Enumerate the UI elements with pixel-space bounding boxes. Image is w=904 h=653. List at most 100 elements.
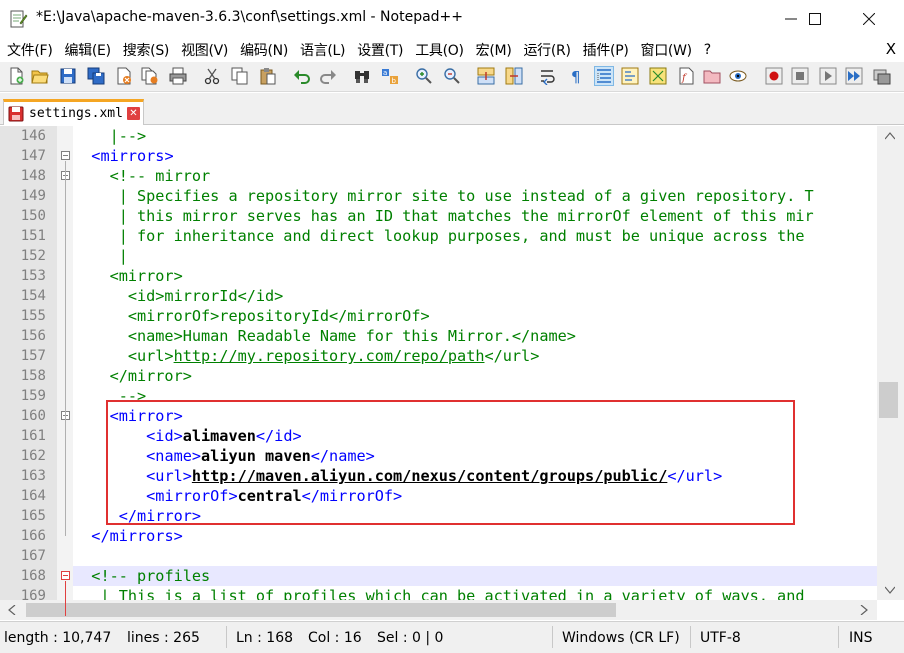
menu-view[interactable]: 视图(V) [174, 40, 233, 60]
menu-file[interactable]: 文件(F) [0, 40, 57, 60]
scroll-right-icon[interactable] [860, 605, 868, 615]
tab-settings-xml[interactable]: settings.xml ✕ [3, 99, 144, 125]
show-all-chars-icon[interactable]: ¶ [566, 66, 586, 86]
xml-comment: | Specifies a repository mirror site to … [73, 187, 814, 205]
xml-comment: <!-- profiles [91, 567, 211, 585]
status-eol: Windows (CR LF) [562, 630, 680, 646]
menu-encoding[interactable]: 编码(N) [233, 40, 293, 60]
maximize-button[interactable] [792, 0, 838, 38]
code-line[interactable]: | [73, 246, 877, 266]
code-line[interactable]: </mirrors> [73, 526, 877, 546]
menu-search[interactable]: 搜索(S) [116, 40, 174, 60]
code-line[interactable]: <mirror> [73, 266, 877, 286]
menu-tools[interactable]: 工具(O) [408, 40, 468, 60]
zoom-out-icon[interactable] [442, 66, 462, 86]
menu-edit[interactable]: 编辑(E) [57, 40, 115, 60]
replace-icon[interactable]: ab [380, 66, 400, 86]
code-line[interactable]: | This is a list of profiles which can b… [73, 586, 877, 600]
close-document-button[interactable]: X [886, 40, 896, 58]
code-line[interactable]: <mirror> [73, 406, 877, 426]
code-line[interactable]: <mirrorOf>central</mirrorOf> [73, 486, 877, 506]
tab-close-icon[interactable]: ✕ [126, 107, 140, 120]
code-area[interactable]: |--> <mirrors> <!-- mirror | Specifies a… [73, 126, 877, 600]
code-line[interactable]: </mirror> [73, 506, 877, 526]
xml-comment: http://my.repository.com/repo/path [173, 347, 485, 365]
menu-help[interactable]: ? [697, 42, 716, 58]
xml-tag: </mirror> [109, 507, 202, 525]
line-number: 165 [20, 508, 46, 524]
menu-plugins[interactable]: 插件(P) [576, 40, 634, 60]
editor[interactable]: 146 147 148 149 150 151 152 153 154 155 156 157 158 1… [0, 126, 904, 600]
menu-run[interactable]: 运行(R) [516, 40, 575, 60]
code-line[interactable]: | this mirror serves has an ID that matc… [73, 206, 877, 226]
code-line[interactable]: <mirrors> [73, 146, 877, 166]
folder-workspace-icon[interactable] [702, 66, 722, 86]
monitor-icon[interactable] [728, 66, 748, 86]
code-line[interactable]: <!-- mirror [73, 166, 877, 186]
line-number: 151 [20, 228, 46, 244]
redo-icon[interactable] [318, 66, 338, 86]
code-line[interactable]: <name>aliyun maven</name> [73, 446, 877, 466]
horizontal-scroll-thumb[interactable] [26, 603, 616, 617]
url-link[interactable]: http://maven.aliyun.com/nexus/content/gr… [192, 467, 667, 485]
xml-tag: <mirrors> [91, 147, 174, 165]
scroll-down-icon[interactable] [885, 586, 895, 594]
line-number: 163 [20, 468, 46, 484]
indent-guide-icon[interactable] [594, 66, 614, 86]
code-line[interactable]: <id>mirrorId</id> [73, 286, 877, 306]
word-wrap-icon[interactable] [538, 66, 558, 86]
vertical-scrollbar[interactable] [877, 126, 904, 600]
stop-macro-icon[interactable] [790, 66, 810, 86]
code-line[interactable]: <!-- profiles [73, 566, 877, 586]
sync-horizontal-icon[interactable] [504, 66, 524, 86]
run-macro-multiple-icon[interactable] [844, 66, 864, 86]
status-lines: lines : 265 [127, 630, 200, 646]
code-line[interactable]: <url>http://maven.aliyun.com/nexus/conte… [73, 466, 877, 486]
code-line[interactable]: | Specifies a repository mirror site to … [73, 186, 877, 206]
zoom-in-icon[interactable] [414, 66, 434, 86]
record-macro-icon[interactable] [764, 66, 784, 86]
code-line[interactable]: <url>http://my.repository.com/repo/path<… [73, 346, 877, 366]
paste-icon[interactable] [258, 66, 278, 86]
save-macro-icon[interactable] [872, 66, 892, 86]
print-icon[interactable] [168, 66, 188, 86]
xml-tag: </mirrorOf> [301, 487, 403, 505]
doc-map-icon[interactable] [648, 66, 668, 86]
function-list-icon[interactable]: f [676, 66, 696, 86]
line-number: 153 [20, 268, 46, 284]
save-icon[interactable] [58, 66, 78, 86]
code-line[interactable]: | for inheritance and direct lookup purp… [73, 226, 877, 246]
new-file-icon[interactable] [6, 66, 26, 86]
scroll-left-icon[interactable] [8, 605, 16, 615]
close-window-button[interactable] [846, 0, 892, 38]
line-number: 148 [20, 168, 46, 184]
copy-icon[interactable] [230, 66, 250, 86]
open-file-icon[interactable] [30, 66, 50, 86]
code-line[interactable]: --> [73, 386, 877, 406]
code-line[interactable] [73, 546, 877, 566]
close-all-icon[interactable] [140, 66, 160, 86]
code-line[interactable]: <id>alimaven</id> [73, 426, 877, 446]
line-number: 161 [20, 428, 46, 444]
fold-toggle-icon[interactable] [61, 571, 70, 580]
find-icon[interactable] [352, 66, 372, 86]
save-all-icon[interactable] [86, 66, 106, 86]
menu-window[interactable]: 窗口(W) [634, 40, 697, 60]
line-number: 152 [20, 248, 46, 264]
close-file-icon[interactable] [114, 66, 134, 86]
menu-language[interactable]: 语言(L) [293, 40, 350, 60]
udl-icon[interactable] [620, 66, 640, 86]
sync-vertical-icon[interactable] [476, 66, 496, 86]
cut-icon[interactable] [202, 66, 222, 86]
code-line[interactable]: <name>Human Readable Name for this Mirro… [73, 326, 877, 346]
vertical-scroll-thumb[interactable] [879, 382, 898, 418]
code-line[interactable]: <mirrorOf>repositoryId</mirrorOf> [73, 306, 877, 326]
code-line[interactable]: </mirror> [73, 366, 877, 386]
undo-icon[interactable] [292, 66, 312, 86]
play-macro-icon[interactable] [818, 66, 838, 86]
menu-macro[interactable]: 宏(M) [469, 40, 517, 60]
fold-toggle-icon[interactable] [61, 151, 70, 160]
code-line[interactable]: |--> [73, 126, 877, 146]
menu-settings[interactable]: 设置(T) [350, 40, 408, 60]
scroll-up-icon[interactable] [885, 132, 895, 140]
